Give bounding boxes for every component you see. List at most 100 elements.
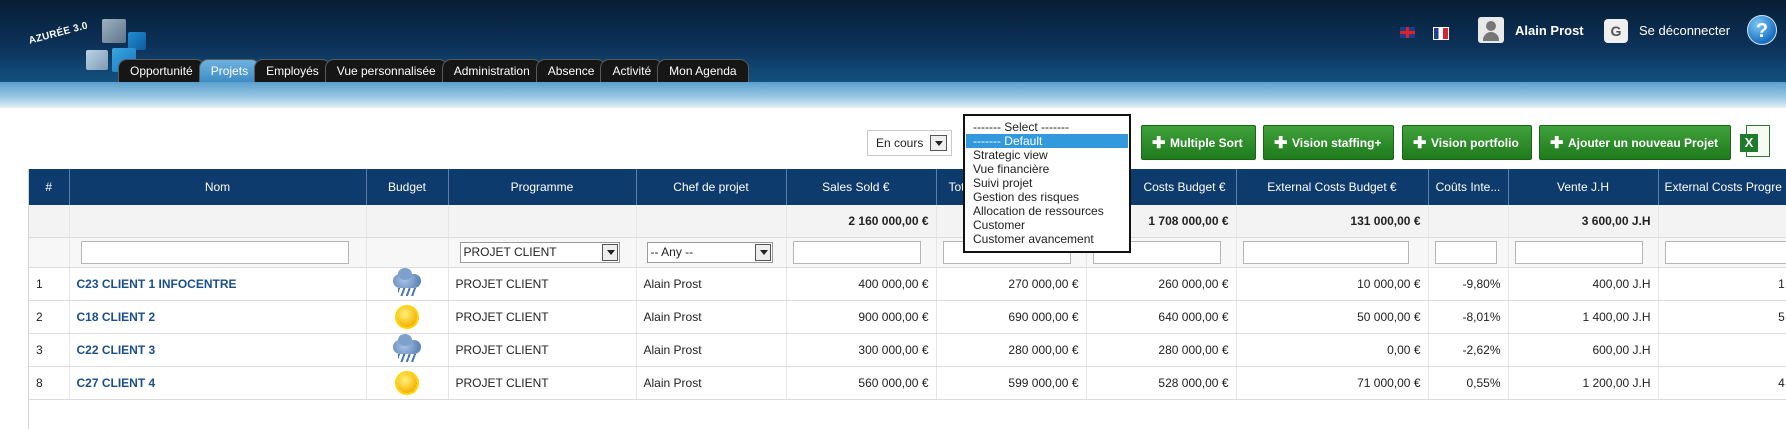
- multiple-sort-button[interactable]: ✚ Multiple Sort: [1141, 125, 1256, 160]
- total-sales: 2 160 000,00 €: [786, 205, 937, 238]
- plus-icon: ✚: [1152, 135, 1166, 152]
- user-name: Alain Prost: [1515, 23, 1584, 38]
- sun-icon: [393, 370, 421, 396]
- project-name-link[interactable]: C18 CLIENT 2: [69, 300, 367, 334]
- vision-staffing-button[interactable]: ✚ Vision staffing+: [1263, 125, 1395, 160]
- total-cell: [1428, 205, 1509, 238]
- row-sales: 900 000,00 €: [786, 300, 937, 334]
- col-header-sales[interactable]: Sales Sold €: [786, 169, 937, 205]
- row-external-costs: 71 000,00 €: [1236, 366, 1429, 400]
- table-row[interactable]: 3 C22 CLIENT 3 PROJET CLIENT Alain Prost…: [29, 333, 1786, 367]
- row-num: 2: [29, 300, 70, 334]
- view-option[interactable]: Gestion des risques: [966, 190, 1128, 204]
- row-vente: 400,00 J.H: [1508, 267, 1659, 301]
- projects-table-container: # Nom Budget Programme Chef de projet Sa…: [28, 169, 1786, 429]
- row-sales: 300 000,00 €: [786, 333, 937, 367]
- chevron-down-icon[interactable]: [601, 243, 618, 261]
- row-couts: -9,80%: [1428, 267, 1509, 301]
- filter-vente-input[interactable]: [1514, 240, 1643, 264]
- vision-staffing-label: Vision staffing+: [1292, 136, 1382, 150]
- tab-absence[interactable]: Absence: [535, 59, 607, 82]
- chevron-down-icon[interactable]: [930, 135, 947, 151]
- sun-icon: [393, 304, 421, 330]
- french-flag-icon[interactable]: [1433, 27, 1449, 40]
- view-option[interactable]: Customer: [966, 218, 1128, 232]
- filter-programme-value: PROJET CLIENT: [463, 244, 557, 259]
- tab-employes[interactable]: Employés: [254, 59, 331, 82]
- english-flag-icon[interactable]: [1400, 27, 1415, 38]
- plus-icon: ✚: [1274, 135, 1288, 152]
- app-header: AZURÉE 3.0 Opportunité Projets Employés …: [0, 0, 1786, 82]
- row-external-progress: 4 000,: [1658, 366, 1786, 400]
- col-header-couts-internes[interactable]: Coûts Inte...: [1428, 169, 1509, 205]
- row-vente: 600,00 J.H: [1508, 333, 1659, 367]
- filter-couts-input[interactable]: [1434, 240, 1497, 264]
- col-header-nom[interactable]: Nom: [69, 169, 367, 205]
- view-option[interactable]: Strategic view: [966, 148, 1128, 162]
- col-header-num[interactable]: #: [29, 169, 70, 205]
- view-option[interactable]: Suivi projet: [966, 176, 1128, 190]
- filter-nom-input[interactable]: [80, 240, 349, 264]
- filter-sales-input[interactable]: [792, 240, 921, 264]
- vision-portfolio-label: Vision portfolio: [1431, 136, 1519, 150]
- table-row[interactable]: 2 C18 CLIENT 2 PROJET CLIENT Alain Prost…: [29, 300, 1786, 334]
- tab-opportunite[interactable]: Opportunité: [118, 59, 205, 82]
- storm-icon: [393, 267, 421, 297]
- chevron-down-icon[interactable]: [754, 243, 771, 261]
- status-filter-select[interactable]: En cours: [867, 130, 952, 156]
- add-project-button[interactable]: ✚ Ajouter un nouveau Projet: [1539, 125, 1732, 160]
- row-external-costs: 10 000,00 €: [1236, 267, 1429, 301]
- col-header-external-costs[interactable]: External Costs Budget €: [1236, 169, 1429, 205]
- filter-chef-select[interactable]: -- Any --: [646, 241, 773, 263]
- logo-square: [86, 50, 108, 70]
- col-header-budget[interactable]: Budget: [366, 169, 449, 205]
- row-couts: -8,01%: [1428, 300, 1509, 334]
- row-num: 8: [29, 366, 70, 400]
- storm-icon: [393, 333, 421, 363]
- help-icon[interactable]: ?: [1747, 15, 1777, 45]
- filter-external-costs-input[interactable]: [1242, 240, 1409, 264]
- logout-icon[interactable]: G: [1604, 19, 1628, 43]
- row-external-progress: 1 000,: [1658, 267, 1786, 301]
- row-sales: 560 000,00 €: [786, 366, 937, 400]
- col-header-external-costs-progress[interactable]: External Costs Progre: [1658, 169, 1786, 205]
- project-name-link[interactable]: C27 CLIENT 4: [69, 366, 367, 400]
- project-name-link[interactable]: C23 CLIENT 1 INFOCENTRE: [69, 267, 367, 301]
- col-header-programme[interactable]: Programme: [448, 169, 637, 205]
- view-option[interactable]: Customer avancement: [966, 232, 1128, 246]
- row-chef: Alain Prost: [636, 300, 787, 334]
- row-couts: 0,55%: [1428, 366, 1509, 400]
- col-header-vente-jh[interactable]: Vente J.H: [1508, 169, 1659, 205]
- filter-row: PROJET CLIENT -- Any --: [29, 237, 1786, 268]
- row-sales: 400 000,00 €: [786, 267, 937, 301]
- view-option[interactable]: Allocation de ressources: [966, 204, 1128, 218]
- tab-vue-personnalisee[interactable]: Vue personnalisée: [324, 59, 448, 82]
- table-row[interactable]: 1 C23 CLIENT 1 INFOCENTRE PROJET CLIENT …: [29, 267, 1786, 301]
- table-row[interactable]: 8 C27 CLIENT 4 PROJET CLIENT Alain Prost…: [29, 366, 1786, 400]
- totals-row: 2 160 000,00 € 1 708 000,00 € 131 000,00…: [29, 205, 1786, 238]
- logo-square: [102, 19, 126, 43]
- row-costs: 640 000,00 €: [1086, 300, 1237, 334]
- tab-administration[interactable]: Administration: [441, 59, 542, 82]
- total-vente-jh: 3 600,00 J.H: [1508, 205, 1659, 238]
- project-name-link[interactable]: C22 CLIENT 3: [69, 333, 367, 367]
- filter-programme-select[interactable]: PROJET CLIENT: [459, 241, 620, 263]
- view-option[interactable]: ------- Select -------: [966, 120, 1128, 134]
- view-option-selected[interactable]: ------- Default: [966, 134, 1128, 148]
- total-cell: [636, 205, 787, 238]
- filter-external-progress-input[interactable]: [1664, 240, 1786, 264]
- total-cell: [366, 205, 449, 238]
- filter-chef-value: -- Any --: [650, 244, 694, 259]
- logout-link[interactable]: Se déconnecter: [1639, 23, 1730, 38]
- tab-mon-agenda[interactable]: Mon Agenda: [657, 59, 749, 82]
- total-cell: [29, 205, 70, 238]
- excel-export-icon[interactable]: X: [1740, 125, 1770, 158]
- plus-icon: ✚: [1550, 135, 1564, 152]
- view-option[interactable]: Vue financière: [966, 162, 1128, 176]
- tab-activite[interactable]: Activité: [600, 59, 664, 82]
- col-header-chef[interactable]: Chef de projet: [636, 169, 787, 205]
- view-select-listbox[interactable]: ------- Select ------- ------- Default S…: [963, 114, 1131, 253]
- status-filter-value: En cours: [876, 136, 924, 150]
- vision-portfolio-button[interactable]: ✚ Vision portfolio: [1402, 125, 1532, 160]
- tab-projets[interactable]: Projets: [198, 59, 261, 82]
